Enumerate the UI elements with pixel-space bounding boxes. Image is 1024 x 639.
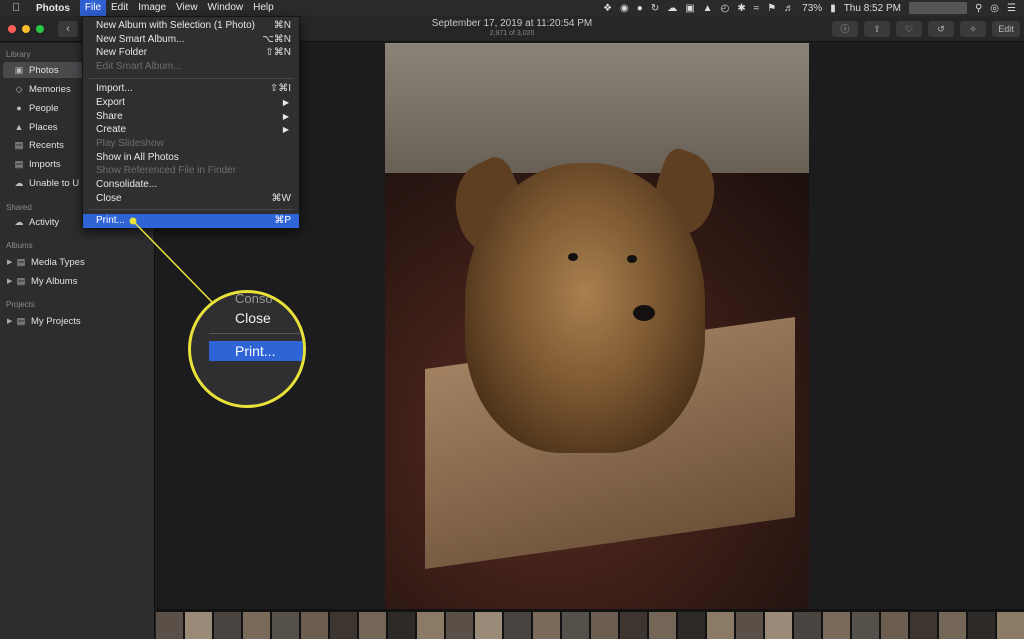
callout-close: Close [235,310,271,326]
callout-print: Print... [235,343,276,359]
zoom-callout: Conso Close Print... [188,290,306,408]
callout-line [132,220,213,303]
callout-connector [129,217,213,303]
callout-consolidate-partial: Conso [235,291,273,306]
callout-dot [129,217,137,225]
callout-separator [209,333,303,334]
